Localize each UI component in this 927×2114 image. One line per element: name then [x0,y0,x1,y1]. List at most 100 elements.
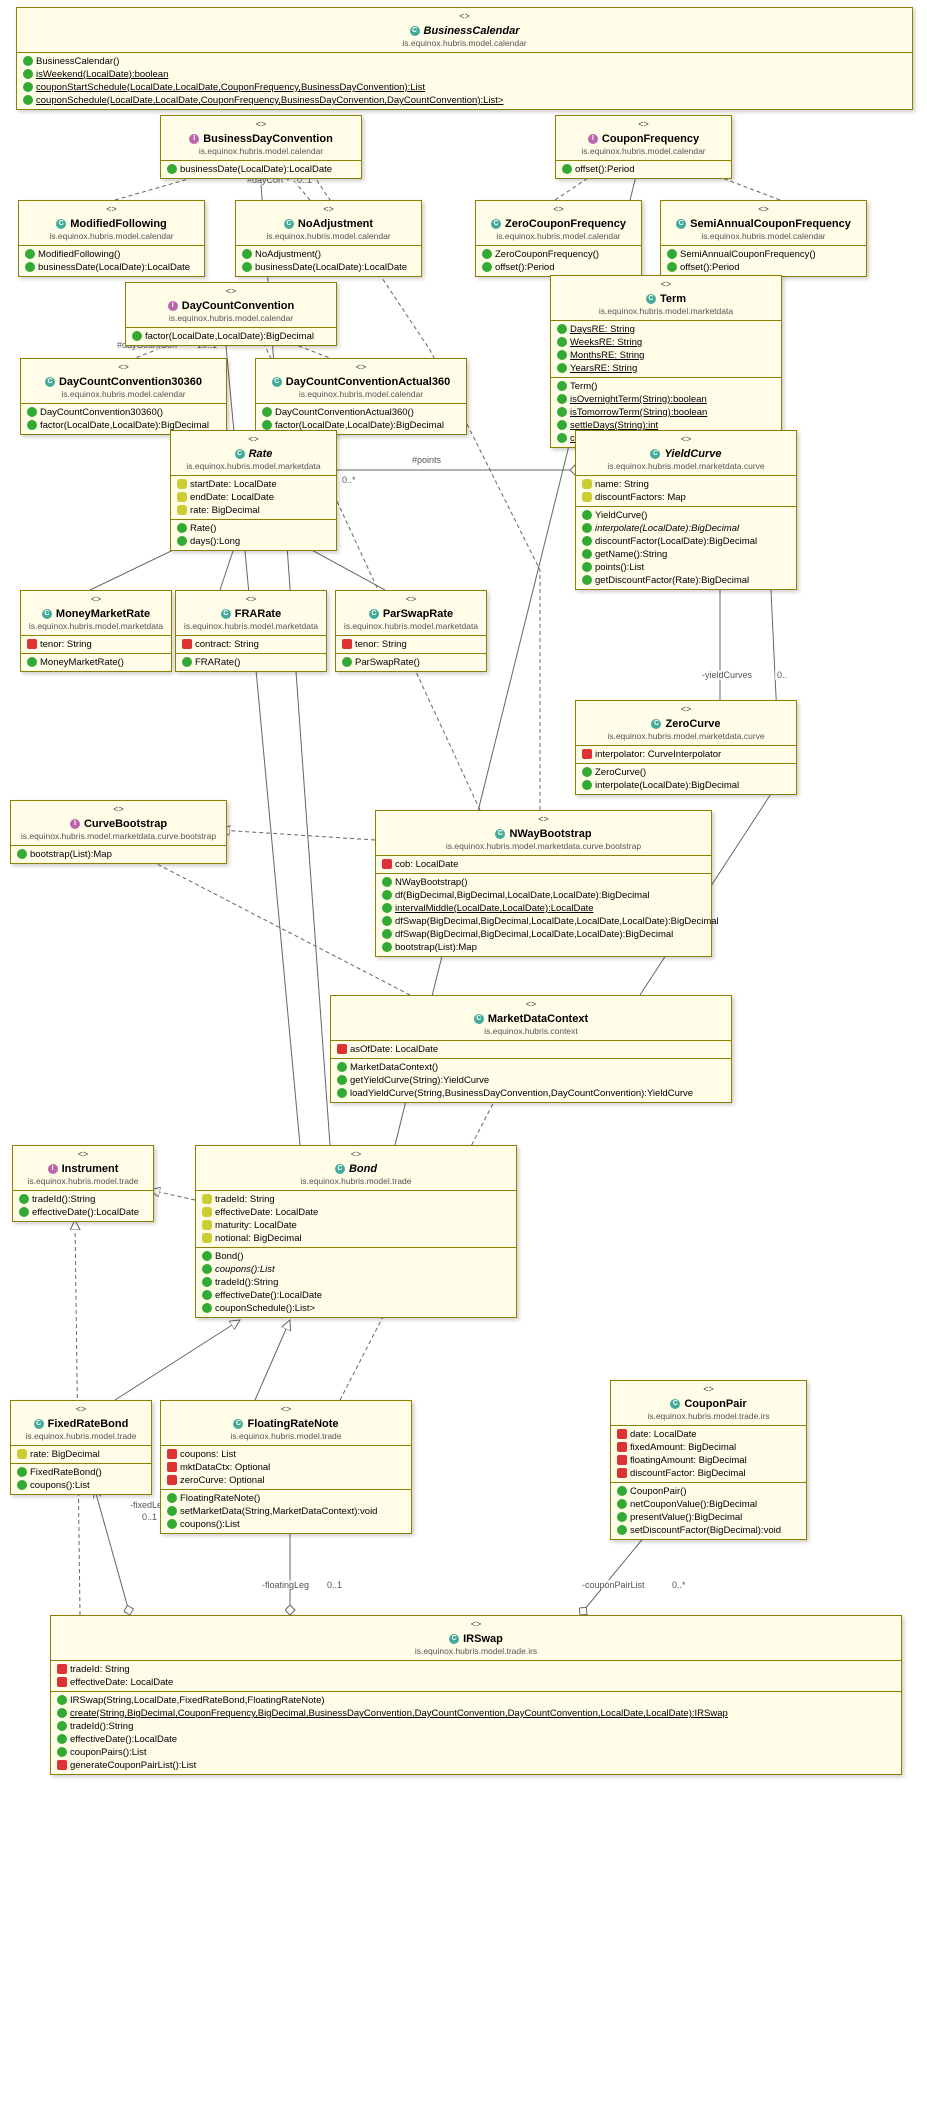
package-label: is.equinox.hubris.model.calendar [242,231,415,242]
member-text: NoAdjustment() [255,249,321,260]
attributes-section: SemiAnnualCouponFrequency() offset():Peri… [661,246,866,276]
member-text: ZeroCurve() [595,767,646,778]
uml-DayCountConvention30360: <> CDayCountConvention30360 is.equinox.h… [20,358,227,435]
uml-header: <> IBusinessDayConvention is.equinox.hub… [161,116,361,161]
member-row: tenor: String [21,638,171,651]
fixedLeg-mult: 0..1 [140,1512,159,1522]
member-row: create(String,BigDecimal,CouponFrequency… [51,1707,901,1720]
member-text: rate: BigDecimal [190,505,260,516]
member-row: getName():String [576,548,796,561]
member-row: dfSwap(BigDecimal,BigDecimal,LocalDate,L… [376,915,711,928]
member-text: rate: BigDecimal [30,1449,100,1460]
member-text: YearsRE: String [570,363,637,374]
member-row: netCouponValue():BigDecimal [611,1498,806,1511]
package-label: is.equinox.hubris.model.marketdata.curve [582,461,790,472]
stereotype-label: <> [382,814,705,826]
uml-header: <> CIRSwap is.equinox.hubris.model.trade… [51,1616,901,1661]
member-row: presentValue():BigDecimal [611,1511,806,1524]
member-row: FloatingRateNote() [161,1492,411,1505]
member-text: cob: LocalDate [395,859,458,870]
member-row: ParSwapRate() [336,656,486,669]
member-row: ZeroCurve() [576,766,796,779]
stereotype-label: <> [167,119,355,131]
member-row: discountFactors: Map [576,491,796,504]
member-text: getYieldCurve(String):YieldCurve [350,1075,489,1086]
uml-header: <> CBusinessCalendar is.equinox.hubris.m… [17,8,912,53]
package-label: is.equinox.hubris.model.trade [202,1176,510,1187]
package-label: is.equinox.hubris.model.trade.irs [57,1646,895,1657]
stereotype-label: <> [262,362,460,374]
package-label: is.equinox.hubris.model.marketdata.curve… [382,841,705,852]
member-text: getDiscountFactor(Rate):BigDecimal [595,575,749,586]
member-text: discountFactors: Map [595,492,686,503]
member-row: BusinessCalendar() [17,55,912,68]
member-text: tenor: String [40,639,92,650]
uml-header: <> ICouponFrequency is.equinox.hubris.mo… [556,116,731,161]
attributes-section: coupons: ListmktDataCtx: OptionalzeroCur… [161,1446,411,1490]
stereotype-label: <> [182,594,320,606]
operations-section: CouponPair()netCouponValue():BigDecimalp… [611,1483,806,1539]
class-name: CRate [235,447,273,461]
member-row: getDiscountFactor(Rate):BigDecimal [576,574,796,587]
operations-section: NWayBootstrap()df(BigDecimal,BigDecimal,… [376,874,711,956]
member-row: effectiveDate():LocalDate [196,1289,516,1302]
member-text: offset():Period [680,262,740,273]
stereotype-label: <> [27,594,165,606]
attributes-section: NoAdjustment()businessDate(LocalDate):Lo… [236,246,421,276]
member-row: maturity: LocalDate [196,1219,516,1232]
member-row: mktDataCtx: Optional [161,1461,411,1474]
stereotype-label: <> [19,1149,147,1161]
member-row: isOvernightTerm(String):boolean [551,393,781,406]
member-row: coupons():List [196,1263,516,1276]
member-text: discountFactor(LocalDate):BigDecimal [595,536,757,547]
package-label: is.equinox.hubris.model.trade [17,1431,145,1442]
member-row: IRSwap(String,LocalDate,FixedRateBond,Fl… [51,1694,901,1707]
member-row: Bond() [196,1250,516,1263]
uml-Bond: <> CBond is.equinox.hubris.model.tradetr… [195,1145,517,1318]
package-label: is.equinox.hubris.model.calendar [23,38,906,49]
attributes-section: tradeId: StringeffectiveDate: LocalDate [51,1661,901,1692]
uml-header: <> CTerm is.equinox.hubris.model.marketd… [551,276,781,321]
member-text: netCouponValue():BigDecimal [630,1499,757,1510]
member-row: effectiveDate: LocalDate [196,1206,516,1219]
stereotype-label: <> [342,594,480,606]
member-text: tenor: String [355,639,407,650]
package-label: is.equinox.hubris.model.calendar [562,146,725,157]
uml-header: <> CDayCountConvention30360 is.equinox.h… [21,359,226,404]
yieldCurves-label: -yieldCurves [700,670,754,680]
uml-header: <> CRate is.equinox.hubris.model.marketd… [171,431,336,476]
stereotype-label: <> [562,119,725,131]
attributes-section: tradeId():StringeffectiveDate():LocalDat… [13,1191,153,1221]
member-row: CouponPair() [611,1485,806,1498]
member-row: couponSchedule(LocalDate,LocalDate,Coupo… [17,94,912,107]
member-row: isWeekend(LocalDate):boolean [17,68,912,81]
member-text: coupons():List [30,1480,90,1491]
member-row: dfSwap(BigDecimal,BigDecimal,LocalDate,L… [376,928,711,941]
member-text: setDiscountFactor(BigDecimal):void [630,1525,781,1536]
uml-BusinessCalendar: <> CBusinessCalendar is.equinox.hubris.m… [16,7,913,110]
member-row: isTomorrowTerm(String):boolean [551,406,781,419]
member-row: DayCountConventionActual360() [256,406,466,419]
stereotype-label: <> [17,1404,145,1416]
operations-section: YieldCurve()interpolate(LocalDate):BigDe… [576,507,796,589]
member-text: effectiveDate: LocalDate [215,1207,318,1218]
stereotype-label: <> [557,279,775,291]
stereotype-label: <> [582,434,790,446]
package-label: is.equinox.hubris.model.trade [167,1431,405,1442]
member-row: factor(LocalDate,LocalDate):BigDecimal [126,330,336,343]
member-row: rate: BigDecimal [171,504,336,517]
uml-header: <> CFRARate is.equinox.hubris.model.mark… [176,591,326,636]
member-text: ParSwapRate() [355,657,420,668]
uml-Instrument: <> IInstrument is.equinox.hubris.model.t… [12,1145,154,1222]
member-row: effectiveDate():LocalDate [51,1733,901,1746]
member-text: date: LocalDate [630,1429,697,1440]
stereotype-label: <> [337,999,725,1011]
attributes-section: tradeId: StringeffectiveDate: LocalDatem… [196,1191,516,1248]
member-text: getName():String [595,549,667,560]
member-text: bootstrap(List):Map [395,942,477,953]
class-name: CNWayBootstrap [495,827,591,841]
member-text: SemiAnnualCouponFrequency() [680,249,816,260]
class-name: CTerm [646,292,686,306]
floatingLeg-label: -floatingLeg [260,1580,311,1590]
uml-header: <> CParSwapRate is.equinox.hubris.model.… [336,591,486,636]
